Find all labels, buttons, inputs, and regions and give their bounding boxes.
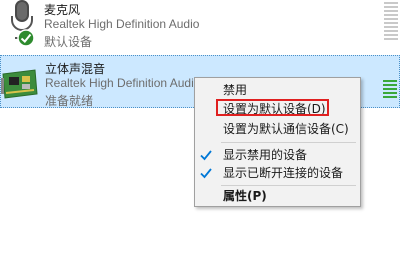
- level-meter: [384, 2, 398, 42]
- menu-item-disable[interactable]: 禁用: [195, 81, 360, 99]
- level-meter: [383, 80, 397, 100]
- menu-separator: [221, 185, 356, 186]
- highlight-box: [216, 99, 329, 116]
- device-row-microphone[interactable]: 麦克风 Realtek High Definition Audio 默认设备: [0, 0, 400, 52]
- default-check-icon: [17, 29, 35, 47]
- context-menu: 禁用 设置为默认设备(D) 设置为默认通信设备(C) 显示禁用的设备 显示已断开…: [194, 77, 361, 207]
- device-driver: Realtek High Definition Audio: [45, 76, 201, 90]
- device-status: 准备就绪: [45, 94, 94, 108]
- menu-item-set-default-communication[interactable]: 设置为默认通信设备(C): [195, 120, 360, 138]
- device-name: 麦克风: [44, 3, 81, 17]
- checkmark-icon: [200, 150, 212, 161]
- checkmark-icon: [200, 168, 212, 179]
- device-status: 默认设备: [44, 35, 93, 49]
- menu-item-show-disconnected[interactable]: 显示已断开连接的设备: [195, 164, 360, 182]
- sound-card-icon: [1, 69, 38, 99]
- menu-item-properties[interactable]: 属性(P): [195, 187, 360, 205]
- device-name: 立体声混音: [45, 62, 106, 76]
- menu-separator: [221, 142, 356, 143]
- device-driver: Realtek High Definition Audio: [44, 17, 200, 31]
- menu-item-show-disabled[interactable]: 显示禁用的设备: [195, 146, 360, 164]
